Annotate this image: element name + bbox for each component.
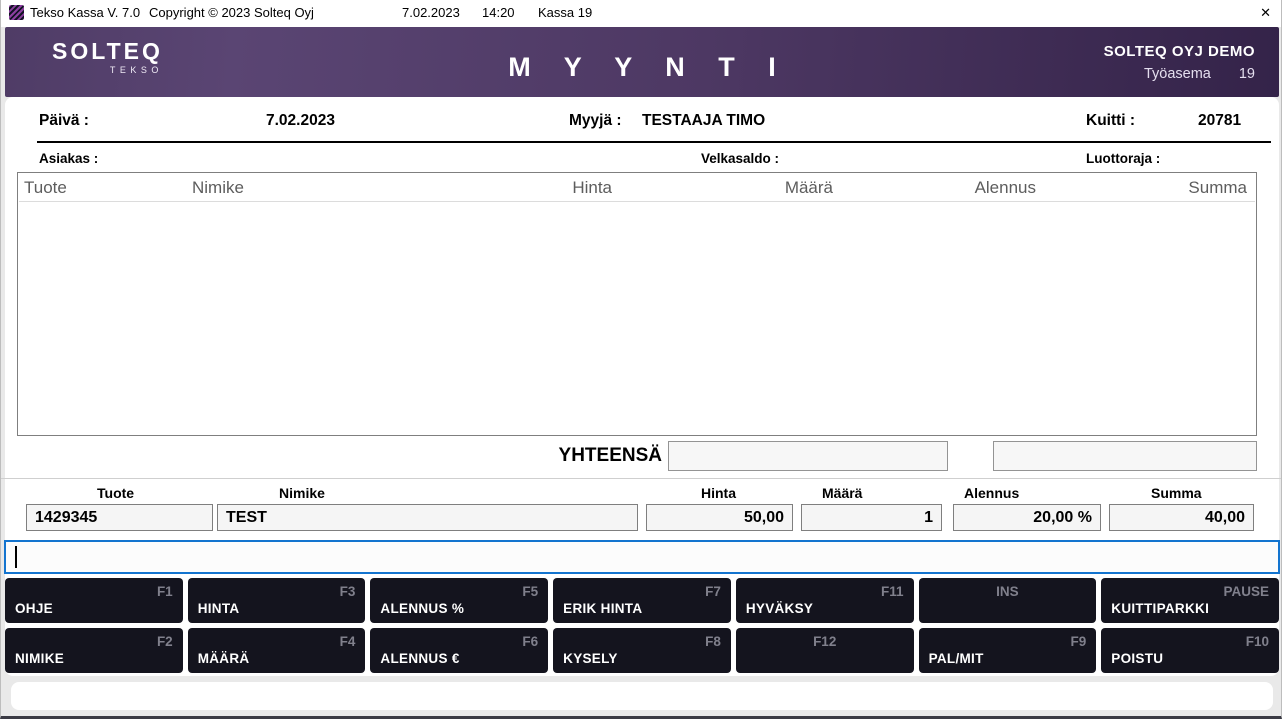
field-label-nimike: Nimike — [279, 485, 325, 501]
receipt-label: Kuitti : — [1086, 112, 1135, 130]
titlebar-register: Kassa 19 — [538, 5, 592, 20]
date-label: Päivä : — [39, 112, 89, 130]
field-alennus[interactable]: 20,00 % — [953, 504, 1101, 531]
receipt-value: 20781 — [1198, 112, 1241, 130]
fkey-ohje-button[interactable]: OHJE F1 — [5, 578, 183, 623]
date-value: 7.02.2023 — [266, 112, 335, 130]
fkey-kysely-button[interactable]: KYSELY F8 — [553, 628, 731, 673]
fkey-key: F11 — [881, 584, 904, 599]
page-title: M Y Y N T I — [5, 52, 1279, 83]
field-label-hinta: Hinta — [701, 485, 736, 501]
app-icon — [9, 5, 24, 20]
total-label: YHTEENSÄ — [554, 445, 662, 467]
fkey-key: F8 — [705, 634, 721, 649]
company-name: SOLTEQ OYJ DEMO — [1104, 43, 1255, 60]
field-label-tuote: Tuote — [97, 485, 134, 501]
fkey-label: HINTA — [198, 601, 240, 616]
function-key-grid: OHJE F1 HINTA F3 ALENNUS % F5 ERIK HINTA F7 HYVÄ… — [5, 578, 1279, 673]
app-title: Tekso Kassa V. 7.0 — [30, 5, 140, 20]
column-header-tuote: Tuote — [24, 178, 67, 198]
fkey-label: ALENNUS % — [380, 601, 464, 616]
fkey-f12-button[interactable]: F12 — [736, 628, 914, 673]
titlebar: Tekso Kassa V. 7.0 Copyright © 2023 Solt… — [1, 0, 1281, 27]
fkey-key: F5 — [522, 584, 538, 599]
divider-line — [37, 141, 1271, 143]
fkey-key: INS — [919, 584, 1097, 599]
fkey-hinta-button[interactable]: HINTA F3 — [188, 578, 366, 623]
fkey-label: NIMIKE — [15, 651, 64, 666]
fkey-label: POISTU — [1111, 651, 1163, 666]
field-label-maara: Määrä — [822, 485, 862, 501]
fkey-label: ERIK HINTA — [563, 601, 642, 616]
fkey-ins-button[interactable]: INS — [919, 578, 1097, 623]
fkey-label: KYSELY — [563, 651, 618, 666]
credit-label: Luottoraja : — [1086, 151, 1160, 166]
fkey-label: MÄÄRÄ — [198, 651, 250, 666]
seller-value: TESTAAJA TIMO — [642, 112, 765, 130]
seller-label: Myyjä : — [569, 112, 622, 130]
fkey-label: ALENNUS € — [380, 651, 459, 666]
fkey-key: F4 — [340, 634, 356, 649]
workstation-value: 19 — [1239, 66, 1255, 82]
text-cursor — [15, 546, 17, 568]
field-label-summa: Summa — [1151, 485, 1202, 501]
field-summa[interactable]: 40,00 — [1109, 504, 1254, 531]
command-input[interactable] — [4, 540, 1280, 574]
column-header-summa: Summa — [1188, 178, 1247, 198]
fkey-pal-mit-button[interactable]: PAL/MIT F9 — [919, 628, 1097, 673]
fkey-maara-button[interactable]: MÄÄRÄ F4 — [188, 628, 366, 673]
fkey-key: F12 — [736, 634, 914, 649]
fkey-key: F10 — [1246, 634, 1269, 649]
copyright-text: Copyright © 2023 Solteq Oyj — [149, 5, 314, 20]
fkey-key: F6 — [522, 634, 538, 649]
workstation-label: Työasema — [1144, 66, 1211, 82]
sales-table-body — [18, 202, 1256, 435]
fkey-poistu-button[interactable]: POISTU F10 — [1101, 628, 1279, 673]
field-hinta[interactable]: 50,00 — [646, 504, 793, 531]
brand-header: SOLTEQ TEKSO M Y Y N T I SOLTEQ OYJ DEMO… — [5, 27, 1279, 97]
fkey-alennus-eur-button[interactable]: ALENNUS € F6 — [370, 628, 548, 673]
workstation-info: Työasema 19 — [1104, 66, 1255, 82]
column-header-nimike: Nimike — [192, 178, 244, 198]
field-tuote[interactable]: 1429345 — [26, 504, 213, 531]
total-amount-field — [668, 441, 948, 471]
fkey-alennus-pct-button[interactable]: ALENNUS % F5 — [370, 578, 548, 623]
sales-table: Tuote Nimike Hinta Määrä Alennus Summa — [17, 172, 1257, 436]
column-header-hinta: Hinta — [572, 178, 612, 198]
fkey-label: OHJE — [15, 601, 53, 616]
fkey-label: KUITTIPARKKI — [1111, 601, 1209, 616]
fkey-erik-hinta-button[interactable]: ERIK HINTA F7 — [553, 578, 731, 623]
fkey-key: F7 — [705, 584, 721, 599]
fkey-kuittiparkki-button[interactable]: KUITTIPARKKI PAUSE — [1101, 578, 1279, 623]
fkey-key: F3 — [340, 584, 356, 599]
titlebar-time: 14:20 — [482, 5, 515, 20]
total-secondary-field — [993, 441, 1257, 471]
fkey-key: F1 — [157, 584, 173, 599]
fkey-label: PAL/MIT — [929, 651, 984, 666]
fkey-key: F2 — [157, 634, 173, 649]
close-icon[interactable]: ✕ — [1260, 5, 1271, 21]
header-right: SOLTEQ OYJ DEMO Työasema 19 — [1104, 43, 1255, 82]
field-label-alennus: Alennus — [964, 485, 1019, 501]
fkey-nimike-button[interactable]: NIMIKE F2 — [5, 628, 183, 673]
message-bar — [11, 682, 1273, 710]
column-header-alennus: Alennus — [975, 178, 1036, 198]
section-separator — [1, 478, 1282, 479]
field-maara[interactable]: 1 — [801, 504, 942, 531]
fkey-label: HYVÄKSY — [746, 601, 813, 616]
field-nimike[interactable]: TEST — [217, 504, 638, 531]
titlebar-date: 7.02.2023 — [402, 5, 460, 20]
customer-label: Asiakas : — [39, 151, 98, 166]
app-window: Tekso Kassa V. 7.0 Copyright © 2023 Solt… — [0, 0, 1282, 719]
fkey-hyvaksy-button[interactable]: HYVÄKSY F11 — [736, 578, 914, 623]
fkey-key: F9 — [1071, 634, 1087, 649]
column-header-maara: Määrä — [785, 178, 833, 198]
debt-label: Velkasaldo : — [701, 151, 779, 166]
fkey-key: PAUSE — [1223, 584, 1269, 599]
